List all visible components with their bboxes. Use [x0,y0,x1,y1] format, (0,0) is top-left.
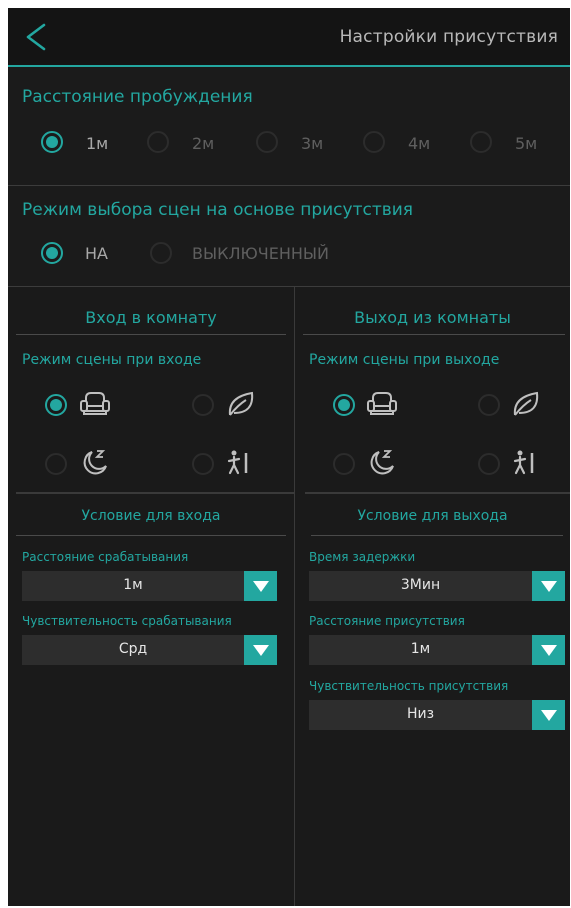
dropdown-value: 3Мин [400,577,441,593]
trigger-sensitivity-dropdown[interactable]: Срд [22,635,277,665]
exit-scene-title: Режим сцены при выходе [309,352,500,368]
sleep-moon-icon[interactable] [365,445,399,479]
leaf-icon[interactable] [224,387,258,421]
wake-distance-option-1[interactable]: 1м [41,127,121,157]
radio-button[interactable] [363,131,385,153]
sofa-icon[interactable] [365,387,399,421]
chevron-down-icon[interactable] [532,571,565,601]
radio-label: ВЫКЛЮЧЕННЫЙ [192,244,329,263]
chevron-down-icon[interactable] [532,700,565,730]
delay-time-dropdown[interactable]: 3Мин [309,571,565,601]
sofa-icon[interactable] [78,387,112,421]
exit-room-header: Выход из комнаты [354,308,511,327]
radio-label: 3м [301,134,324,153]
radio-label: 2м [192,134,215,153]
person-walk-icon[interactable] [508,445,542,479]
wake-distance-section: Расстояние пробуждения 1м 2м 3м 4м 5м [8,67,570,186]
dropdown-value: 1м [410,641,431,657]
wake-distance-option-4[interactable]: 4м [363,127,443,157]
top-bar: Настройки присутствия [8,8,570,67]
enter-scene-radio-leaf[interactable] [192,394,214,416]
radio-button[interactable] [150,242,172,264]
enter-room-header: Вход в комнату [85,308,217,327]
radio-label: 5м [515,134,538,153]
page-title: Настройки присутствия [339,27,558,47]
person-walk-icon[interactable] [222,445,256,479]
chevron-down-icon[interactable] [244,571,277,601]
radio-button[interactable] [470,131,492,153]
exit-scene-radio-walk[interactable] [478,453,500,475]
scene-mode-title: Режим выбора сцен на основе присутствия [22,200,414,220]
divider [16,535,286,536]
scene-mode-section: Режим выбора сцен на основе присутствия … [8,186,570,287]
presence-distance-dropdown[interactable]: 1м [309,635,565,665]
exit-condition-title: Условие для выхода [357,508,508,524]
leaf-icon[interactable] [509,387,543,421]
enter-scene-title: Режим сцены при входе [22,352,202,368]
scene-mode-option-on[interactable]: НА [41,238,131,268]
exit-room-panel: Выход из комнаты Режим сцены при выходе [295,287,570,906]
enter-scene-radio-walk[interactable] [192,453,214,475]
enter-condition-title: Условие для входа [81,508,221,524]
dropdown-value: Срд [118,641,148,657]
presence-sensitivity-dropdown[interactable]: Низ [309,700,565,730]
exit-scene-radio-sleep[interactable] [333,453,355,475]
exit-scene-radio-sofa[interactable] [333,394,355,416]
divider [303,334,565,335]
chevron-down-icon[interactable] [244,635,277,665]
chevron-down-icon[interactable] [532,635,565,665]
trigger-sensitivity-label: Чувствительность срабатывания [22,614,232,628]
divider [16,492,294,494]
enter-scene-radio-sleep[interactable] [45,453,67,475]
divider [16,334,286,335]
dropdown-value: Низ [406,706,435,722]
trigger-distance-label: Расстояние срабатывания [22,550,189,564]
radio-button[interactable] [256,131,278,153]
back-arrow-icon[interactable] [22,22,52,52]
presence-sensitivity-label: Чувствительность присутствия [309,679,509,693]
exit-scene-radio-leaf[interactable] [478,394,500,416]
wake-distance-option-2[interactable]: 2м [147,127,227,157]
enter-scene-radio-sofa[interactable] [45,394,67,416]
delay-time-label: Время задержки [309,550,416,564]
presence-distance-label: Расстояние присутствия [309,614,465,628]
divider [305,492,570,494]
enter-room-panel: Вход в комнату Режим сцены при входе Усл… [8,287,294,906]
wake-distance-title: Расстояние пробуждения [22,87,253,107]
radio-label: 1м [86,134,109,153]
wake-distance-option-5[interactable]: 5м [470,127,550,157]
app-window: Настройки присутствия Расстояние пробужд… [8,8,570,906]
radio-button[interactable] [147,131,169,153]
sleep-moon-icon[interactable] [78,445,112,479]
radio-button[interactable] [41,131,63,153]
radio-label: НА [85,244,108,263]
radio-button[interactable] [41,242,63,264]
divider [311,535,563,536]
scene-mode-option-off[interactable]: ВЫКЛЮЧЕННЫЙ [150,238,370,268]
wake-distance-option-3[interactable]: 3м [256,127,336,157]
radio-label: 4м [408,134,431,153]
dropdown-value: 1м [123,577,143,593]
trigger-distance-dropdown[interactable]: 1м [22,571,277,601]
